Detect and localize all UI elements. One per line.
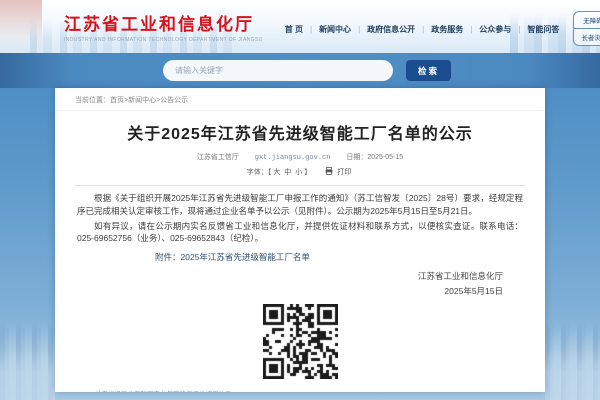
- paragraph-2: 如有异议，请在公示期内实名反馈省工业和信息化厅，并提供佐证材料和联系方式，以便核…: [77, 220, 523, 244]
- search-input[interactable]: [163, 60, 393, 81]
- print-icon: [325, 167, 333, 175]
- page: 江苏省工业和信息化厅 INDUSTRY AND INFORMATION TECH…: [0, 0, 600, 400]
- breadcrumb-prefix: 当前位置：: [75, 97, 110, 104]
- attachment-row: 附件：2025年江苏省先进级智能工厂名单: [55, 247, 545, 263]
- signature-org: 江苏省工业和信息化厅: [417, 271, 503, 281]
- article-card: 当前位置：首页>新闻中心>公告公示 关于2025年江苏省先进级智能工厂名单的公示…: [55, 88, 545, 392]
- print-button[interactable]: 打印: [325, 167, 353, 176]
- skyline-bottom-left: [0, 322, 55, 400]
- bracket-close: 】: [304, 169, 312, 176]
- paragraph-1: 根据《关于组织开展2025年江苏省先进级智能工厂申报工作的通知》（苏工信智发〔2…: [77, 193, 523, 216]
- breadcrumb: 当前位置：首页>新闻中心>公告公示: [55, 88, 545, 111]
- site-title-en: INDUSTRY AND INFORMATION TECHNOLOGY DEPA…: [64, 37, 263, 43]
- content-background: 当前位置：首页>新闻中心>公告公示 关于2025年江苏省先进级智能工厂名单的公示…: [0, 88, 600, 400]
- related-links: 关于省级工业互联网平台年度监测评价结果公示 关于省级大学生企业实习实训基地拟支持…: [55, 384, 545, 392]
- signature-block: 江苏省工业和信息化厅 2025年5月15日: [55, 269, 545, 299]
- elder-mode-button[interactable]: 长者浏览模式: [574, 28, 600, 45]
- nav-smart-qa[interactable]: 智能问答: [511, 24, 559, 35]
- page-title: 关于2025年江苏省先进级智能工厂名单的公示: [127, 126, 473, 143]
- attachment-link[interactable]: 附件：2025年江苏省先进级智能工厂名单: [155, 252, 310, 262]
- bracket-open: 【: [267, 169, 272, 176]
- top-navigation: 首 页 新闻中心 政府信息公开 政务服务 公众参与 智能问答: [285, 24, 560, 35]
- article-source: 江苏省工信厅: [196, 154, 239, 161]
- font-medium-button[interactable]: 中: [284, 169, 291, 176]
- nav-news-center[interactable]: 新闻中心: [303, 24, 351, 35]
- site-logo[interactable]: 江苏省工业和信息化厅 INDUSTRY AND INFORMATION TECH…: [64, 10, 263, 43]
- nav-public-participation[interactable]: 公众参与: [463, 24, 511, 35]
- signature-date: 2025年5月15日: [444, 285, 503, 296]
- accessibility-reading-button[interactable]: 无障碍阅读: [574, 12, 600, 28]
- font-large-button[interactable]: 大: [273, 169, 280, 176]
- article-date: 日期：2025-05-15: [346, 154, 404, 161]
- qr-code: [262, 303, 338, 379]
- site-title: 江苏省工业和信息化厅: [64, 15, 254, 34]
- font-small-button[interactable]: 小: [295, 169, 302, 176]
- article-toolbar: 字体：【大中小】 打印: [55, 167, 545, 177]
- related-link-1[interactable]: 关于省级工业互联网平台年度监测评价结果公示: [95, 390, 525, 392]
- article-meta: 江苏省工信厅 gxt.jiangsu.gov.cn 日期：2025-05-15: [55, 152, 545, 162]
- article-body: 根据《关于组织开展2025年江苏省先进级智能工厂申报工作的通知》（苏工信智发〔2…: [55, 186, 545, 245]
- nav-home[interactable]: 首 页: [285, 24, 303, 35]
- nav-gov-services[interactable]: 政务服务: [415, 24, 463, 35]
- top-banner: 江苏省工业和信息化厅 INDUSTRY AND INFORMATION TECH…: [0, 0, 600, 53]
- font-size-label: 字体：: [246, 169, 268, 176]
- accessibility-box: 无障碍阅读 长者浏览模式: [573, 11, 600, 46]
- breadcrumb-path[interactable]: 首页>新闻中心>公告公示: [110, 97, 188, 104]
- skyline-bottom-right: [545, 322, 600, 400]
- article-site-url: gxt.jiangsu.gov.cn: [254, 154, 331, 162]
- qr-wrap: [55, 303, 545, 384]
- print-label: 打印: [337, 169, 352, 176]
- search-band: 检索: [0, 53, 600, 88]
- nav-gov-info[interactable]: 政府信息公开: [351, 24, 415, 35]
- search-button[interactable]: 检索: [406, 60, 451, 81]
